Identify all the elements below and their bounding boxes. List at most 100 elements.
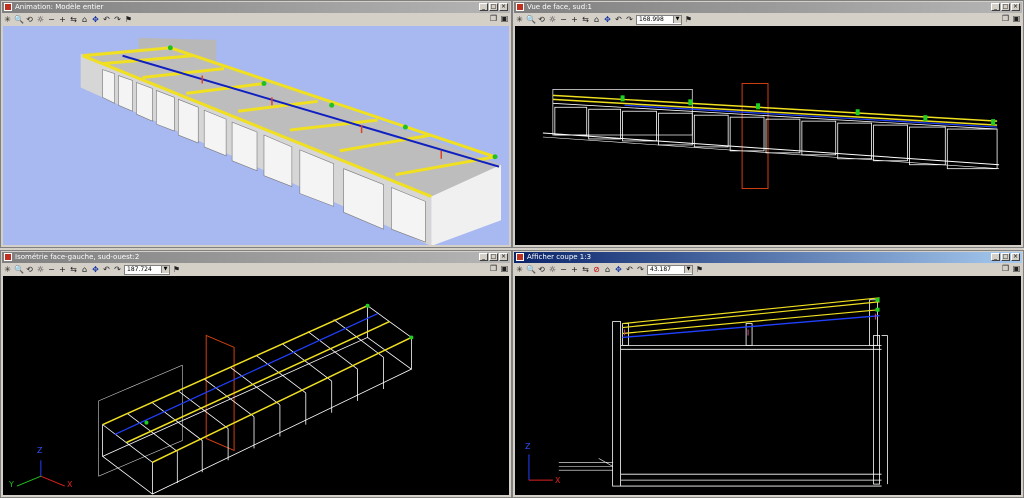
- window-icon[interactable]: ❐: [1001, 264, 1010, 273]
- pan-arrows-icon[interactable]: ⇆: [69, 15, 78, 24]
- flag-icon[interactable]: ⚑: [124, 15, 133, 24]
- undo-icon[interactable]: ↶: [102, 15, 111, 24]
- pan-arrows-icon[interactable]: ⇆: [581, 265, 590, 274]
- layout-icon[interactable]: ▣: [1012, 264, 1021, 273]
- redo-icon[interactable]: ↷: [625, 15, 634, 24]
- window-section-view[interactable]: Afficher coupe 1:3 _ □ × ✳ 🔍 ⟲ ☼ − + ⇆ ⊘…: [512, 250, 1024, 498]
- plus-icon[interactable]: +: [570, 265, 579, 274]
- asterisk-icon[interactable]: ✳: [515, 265, 524, 274]
- sun-icon[interactable]: ☼: [548, 265, 557, 274]
- minus-icon[interactable]: −: [559, 15, 568, 24]
- redo-icon[interactable]: ↷: [113, 265, 122, 274]
- app-icon: [4, 3, 12, 11]
- minimize-button[interactable]: _: [479, 253, 488, 261]
- pan-arrows-icon[interactable]: ⇆: [581, 15, 590, 24]
- home-icon[interactable]: ⌂: [80, 265, 89, 274]
- wireframe-front: [542, 82, 1000, 190]
- viewport-front-wireframe[interactable]: [515, 26, 1021, 245]
- viewport-isometric-wireframe[interactable]: Z X Y: [3, 276, 509, 495]
- minimize-button[interactable]: _: [479, 3, 488, 11]
- axes-triad: [16, 460, 65, 487]
- axis-z-label: Z: [37, 446, 43, 455]
- layout-icon[interactable]: ▣: [500, 264, 509, 273]
- titlebar[interactable]: Animation: Modèle entier _ □ ×: [2, 2, 510, 13]
- window-icon[interactable]: ❐: [489, 264, 498, 273]
- wireframe-isometric: [16, 303, 414, 495]
- maximize-button[interactable]: □: [489, 253, 498, 261]
- minimize-button[interactable]: _: [991, 253, 1000, 261]
- zoom-icon[interactable]: 🔍: [526, 15, 536, 24]
- minus-icon[interactable]: −: [47, 265, 56, 274]
- zoom-icon[interactable]: 🔍: [14, 265, 24, 274]
- home-icon[interactable]: ⌂: [592, 15, 601, 24]
- window-isometric-view[interactable]: Isométrie face-gauche, sud-ouest:2 _ □ ×…: [0, 250, 512, 498]
- redo-icon[interactable]: ↷: [113, 15, 122, 24]
- pan-icon[interactable]: ✥: [614, 265, 623, 274]
- rotate-icon[interactable]: ⟲: [25, 15, 34, 24]
- maximize-button[interactable]: □: [1001, 253, 1010, 261]
- plus-icon[interactable]: +: [570, 15, 579, 24]
- pan-icon[interactable]: ✥: [91, 265, 100, 274]
- asterisk-icon[interactable]: ✳: [3, 265, 12, 274]
- viewport-3d-model[interactable]: [3, 26, 509, 245]
- zoom-icon[interactable]: 🔍: [14, 15, 24, 24]
- window-icon[interactable]: ❐: [489, 14, 498, 23]
- minus-icon[interactable]: −: [47, 15, 56, 24]
- sun-icon[interactable]: ☼: [36, 265, 45, 274]
- flag-icon[interactable]: ⚑: [695, 265, 704, 274]
- flag-icon[interactable]: ⚑: [684, 15, 693, 24]
- asterisk-icon[interactable]: ✳: [3, 15, 12, 24]
- zoom-level-field[interactable]: 43.187 ▼: [647, 264, 693, 275]
- view-toolbar: ✳ 🔍 ⟲ ☼ − + ⇆ ⌂ ✥ ↶ ↷ ⚑: [3, 14, 509, 25]
- chevron-down-icon[interactable]: ▼: [673, 15, 681, 23]
- window-title: Vue de face, sud:1: [527, 3, 592, 11]
- undo-icon[interactable]: ↶: [614, 15, 623, 24]
- titlebar[interactable]: Isométrie face-gauche, sud-ouest:2 _ □ ×: [2, 252, 510, 263]
- maximize-button[interactable]: □: [489, 3, 498, 11]
- rotate-icon[interactable]: ⟲: [25, 265, 34, 274]
- minus-icon[interactable]: −: [559, 265, 568, 274]
- sun-icon[interactable]: ☼: [36, 15, 45, 24]
- undo-icon[interactable]: ↶: [102, 265, 111, 274]
- pan-arrows-icon[interactable]: ⇆: [69, 265, 78, 274]
- rotate-icon[interactable]: ⟲: [537, 15, 546, 24]
- undo-icon[interactable]: ↶: [625, 265, 634, 274]
- axis-z-label: Z: [525, 442, 531, 451]
- app-icon: [516, 3, 524, 11]
- plus-icon[interactable]: +: [58, 265, 67, 274]
- window-icon[interactable]: ❐: [1001, 14, 1010, 23]
- sun-icon[interactable]: ☼: [548, 15, 557, 24]
- window-front-view[interactable]: Vue de face, sud:1 _ □ × ✳ 🔍 ⟲ ☼ − + ⇆ ⌂…: [512, 0, 1024, 248]
- section-icon[interactable]: ⊘: [592, 265, 601, 274]
- zoom-level-field[interactable]: 187.724 ▼: [124, 264, 170, 275]
- chevron-down-icon[interactable]: ▼: [684, 265, 692, 273]
- rotate-icon[interactable]: ⟲: [537, 265, 546, 274]
- flag-icon[interactable]: ⚑: [172, 265, 181, 274]
- viewport-section-wireframe[interactable]: Z X: [515, 276, 1021, 495]
- redo-icon[interactable]: ↷: [636, 265, 645, 274]
- zoom-level-field[interactable]: 168.998 ▼: [636, 14, 682, 25]
- window-title: Animation: Modèle entier: [15, 3, 104, 11]
- close-button[interactable]: ×: [499, 253, 508, 261]
- app-icon: [4, 253, 12, 261]
- view-toolbar: ✳ 🔍 ⟲ ☼ − + ⇆ ⌂ ✥ ↶ ↷ 187.724 ▼ ⚑: [3, 264, 509, 275]
- zoom-value: 168.998: [639, 15, 664, 23]
- window-animation[interactable]: Animation: Modèle entier _ □ × ✳ 🔍 ⟲ ☼ −…: [0, 0, 512, 248]
- chevron-down-icon[interactable]: ▼: [161, 265, 169, 273]
- layout-icon[interactable]: ▣: [500, 14, 509, 23]
- titlebar[interactable]: Afficher coupe 1:3 _ □ ×: [514, 252, 1022, 263]
- home-icon[interactable]: ⌂: [80, 15, 89, 24]
- close-button[interactable]: ×: [1011, 253, 1020, 261]
- maximize-button[interactable]: □: [1001, 3, 1010, 11]
- layout-icon[interactable]: ▣: [1012, 14, 1021, 23]
- close-button[interactable]: ×: [1011, 3, 1020, 11]
- close-button[interactable]: ×: [499, 3, 508, 11]
- pan-icon[interactable]: ✥: [603, 15, 612, 24]
- home-icon[interactable]: ⌂: [603, 265, 612, 274]
- asterisk-icon[interactable]: ✳: [515, 15, 524, 24]
- zoom-icon[interactable]: 🔍: [526, 265, 536, 274]
- plus-icon[interactable]: +: [58, 15, 67, 24]
- titlebar[interactable]: Vue de face, sud:1 _ □ ×: [514, 2, 1022, 13]
- minimize-button[interactable]: _: [991, 3, 1000, 11]
- pan-icon[interactable]: ✥: [91, 15, 100, 24]
